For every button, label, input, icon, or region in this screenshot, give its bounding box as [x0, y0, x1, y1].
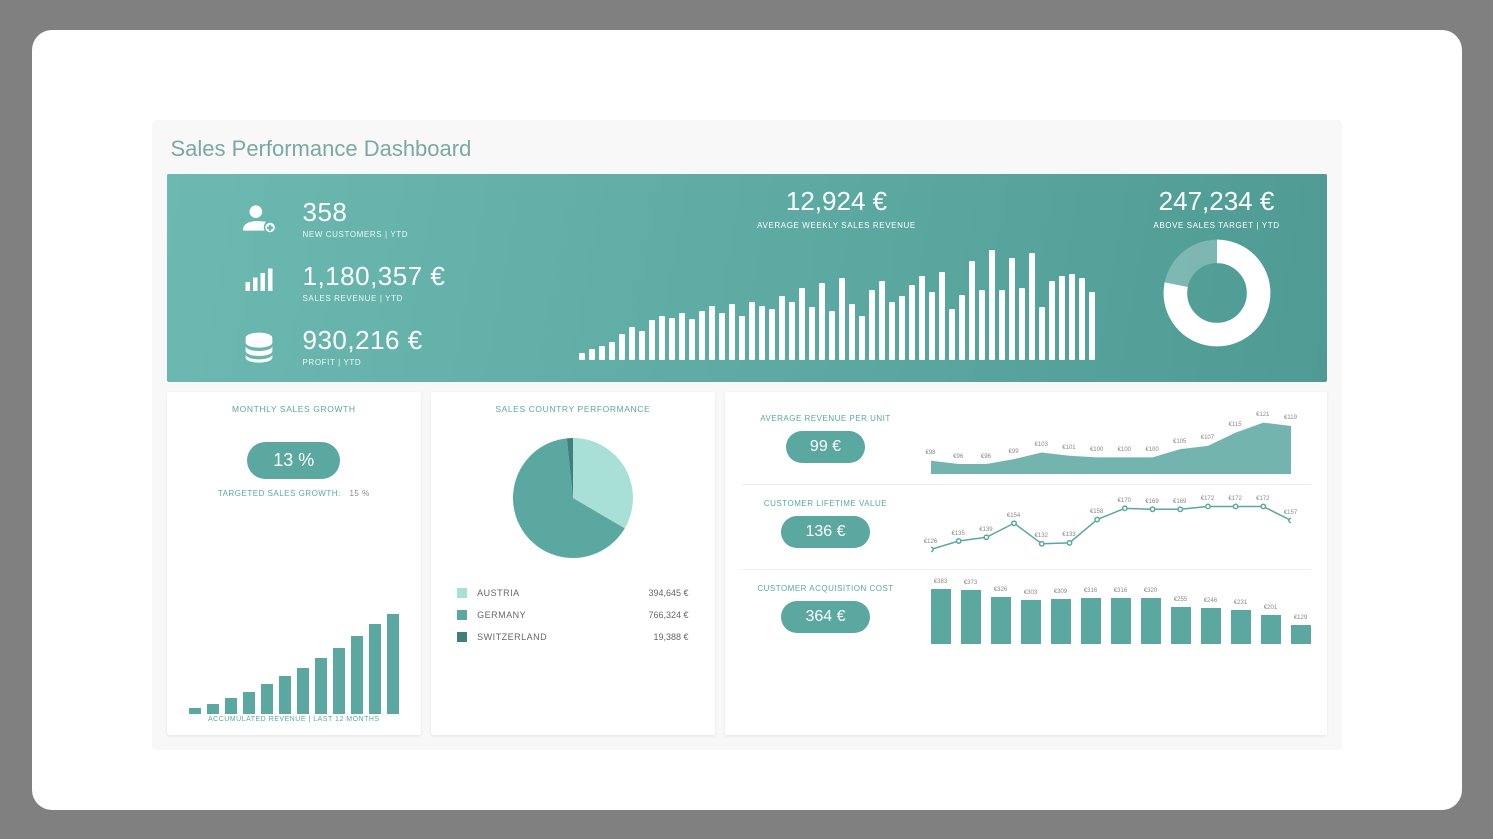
bars-icon	[237, 260, 281, 304]
weekly-bars	[567, 236, 1107, 378]
growth-footer: ACCUMULATED REVENUE | LAST 12 MONTHS	[183, 716, 406, 723]
target-donut-icon	[1162, 238, 1272, 348]
metric-clv: CUSTOMER LIFETIME VALUE 136 € €126€135€1…	[741, 485, 1311, 570]
card-country-performance: SALES COUNTRY PERFORMANCE AUSTRIA394,645…	[431, 392, 714, 735]
metric-title: CUSTOMER ACQUISITION COST	[757, 584, 893, 593]
user-plus-icon	[237, 196, 281, 240]
hero-weekly-chart: 12,924 € AVERAGE WEEKLY SALES REVENUE	[567, 186, 1107, 378]
metric-arpu: AVERAGE REVENUE PER UNIT 99 € €98€96€96€…	[741, 400, 1311, 485]
hero-kpi-column: 358 NEW CUSTOMERS | YTD 1,180,357 € SALE…	[187, 186, 547, 378]
clv-chart: €126€135€139€154€132€133€158€170€169€169…	[931, 489, 1311, 559]
dashboard-panel: Sales Performance Dashboard 358 NEW CUST…	[152, 120, 1342, 750]
metric-pill: 364 €	[781, 601, 869, 633]
arpu-chart: €98€96€96€99€103€101€100€100€100€105€107…	[931, 404, 1311, 474]
metric-title: AVERAGE REVENUE PER UNIT	[760, 414, 891, 423]
card-monthly-growth: MONTHLY SALES GROWTH 13 % TARGETED SALES…	[167, 392, 422, 735]
coins-icon	[237, 324, 281, 368]
kpi-value: 1,180,357 €	[303, 261, 446, 292]
kpi-value: 930,216 €	[303, 325, 423, 356]
metric-pill: 136 €	[781, 516, 869, 548]
page-title: Sales Performance Dashboard	[167, 130, 1327, 164]
card-title: MONTHLY SALES GROWTH	[183, 404, 406, 414]
country-legend: AUSTRIA394,645 €GERMANY766,324 €SWITZERL…	[447, 582, 698, 648]
target-value: 247,234 €	[1159, 186, 1275, 217]
kpi-sales-revenue: 1,180,357 € SALES REVENUE | YTD	[237, 260, 547, 304]
legend-row: AUSTRIA394,645 €	[447, 582, 698, 604]
kpi-profit: 930,216 € PROFIT | YTD	[237, 324, 547, 368]
legend-row: SWITZERLAND19,388 €	[447, 626, 698, 648]
weekly-value: 12,924 €	[786, 186, 887, 217]
target-label: ABOVE SALES TARGET | YTD	[1153, 221, 1279, 230]
metric-title: CUSTOMER LIFETIME VALUE	[764, 499, 887, 508]
weekly-label: AVERAGE WEEKLY SALES REVENUE	[757, 221, 916, 230]
hero-target: 247,234 € ABOVE SALES TARGET | YTD	[1127, 186, 1307, 378]
app-window: Sales Performance Dashboard 358 NEW CUST…	[32, 30, 1462, 810]
country-pie-icon	[503, 428, 643, 568]
card-title: SALES COUNTRY PERFORMANCE	[447, 404, 698, 414]
cac-chart: €383€373€326€303€309€316€316€320€255€246…	[931, 574, 1311, 644]
kpi-label: PROFIT | YTD	[303, 358, 423, 367]
growth-pill: 13 %	[247, 442, 340, 479]
cards-row: MONTHLY SALES GROWTH 13 % TARGETED SALES…	[167, 392, 1327, 735]
kpi-label: SALES REVENUE | YTD	[303, 294, 446, 303]
metric-pill: 99 €	[786, 431, 865, 463]
growth-bars	[183, 510, 406, 714]
kpi-new-customers: 358 NEW CUSTOMERS | YTD	[237, 196, 547, 240]
kpi-label: NEW CUSTOMERS | YTD	[303, 230, 409, 239]
metric-cac: CUSTOMER ACQUISITION COST 364 € €383€373…	[741, 570, 1311, 644]
growth-subtext: TARGETED SALES GROWTH: 15 %	[183, 489, 406, 498]
kpi-value: 358	[303, 197, 409, 228]
legend-row: GERMANY766,324 €	[447, 604, 698, 626]
hero-banner: 358 NEW CUSTOMERS | YTD 1,180,357 € SALE…	[167, 174, 1327, 382]
card-metrics: AVERAGE REVENUE PER UNIT 99 € €98€96€96€…	[725, 392, 1327, 735]
